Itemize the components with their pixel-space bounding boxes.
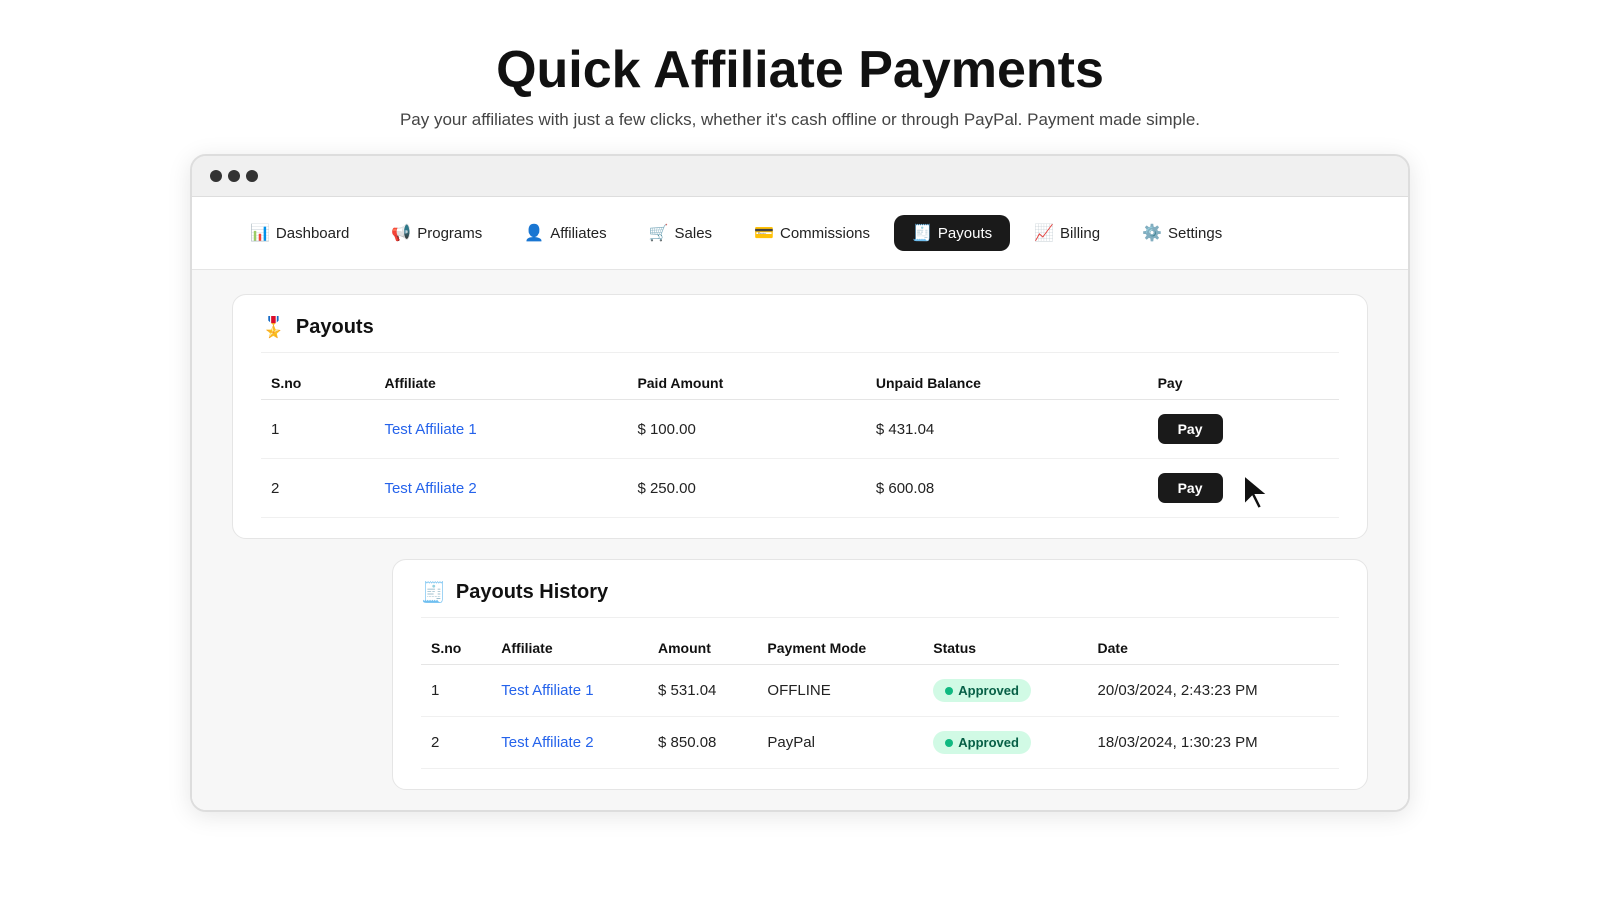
browser-content: 📊 Dashboard 📢 Programs 👤 Affiliates 🛒 Sa… [192,197,1408,810]
sales-icon: 🛒 [649,223,669,243]
row1-unpaid: $ 431.04 [866,400,1148,459]
payouts-history-table: S.no Affiliate Amount Payment Mode Statu… [421,632,1339,769]
pay-button-1[interactable]: Pay [1158,414,1223,444]
row2-pay-cell: Pay [1148,459,1339,518]
main-content: 🎖️ Payouts S.no Affiliate Paid Amount Un… [192,270,1408,810]
history-card-title: 🧾 Payouts History [421,580,1339,618]
payouts-history-card: 🧾 Payouts History S.no Affiliate Amount … [392,559,1368,790]
h-row2-payment-mode: PayPal [757,717,923,769]
row2-paid: $ 250.00 [627,459,865,518]
status-badge: Approved [933,731,1031,754]
col-affiliate: Affiliate [374,367,627,400]
h-row2-affiliate-link[interactable]: Test Affiliate 2 [501,734,593,751]
col-unpaid-balance: Unpaid Balance [866,367,1148,400]
row1-paid: $ 100.00 [627,400,865,459]
main-nav: 📊 Dashboard 📢 Programs 👤 Affiliates 🛒 Sa… [192,197,1408,270]
payouts-title-icon: 🎖️ [261,315,286,340]
h-col-amount: Amount [648,632,757,665]
programs-icon: 📢 [391,223,411,243]
h-row2-date: 18/03/2024, 1:30:23 PM [1088,717,1339,769]
col-pay: Pay [1148,367,1339,400]
h-row1-sno: 1 [421,665,491,717]
nav-commissions[interactable]: 💳 Commissions [736,215,888,251]
row1-sno: 1 [261,400,374,459]
history-title-icon: 🧾 [421,580,446,605]
mouse-cursor [1240,471,1276,515]
h-row2-status: Approved [923,717,1087,769]
page-subtitle: Pay your affiliates with just a few clic… [400,110,1200,130]
dashboard-icon: 📊 [250,223,270,243]
dot-1 [210,170,222,182]
status-badge: Approved [933,679,1031,702]
col-sno: S.no [261,367,374,400]
payouts-card: 🎖️ Payouts S.no Affiliate Paid Amount Un… [232,294,1368,539]
status-dot [945,687,953,695]
table-row: 1 Test Affiliate 1 $ 100.00 $ 431.04 Pay [261,400,1339,459]
row2-sno: 2 [261,459,374,518]
nav-dashboard[interactable]: 📊 Dashboard [232,215,367,251]
browser-bar [192,156,1408,197]
h-row1-affiliate-link[interactable]: Test Affiliate 1 [501,682,593,699]
nav-payouts[interactable]: 🧾 Payouts [894,215,1010,251]
payouts-icon: 🧾 [912,223,932,243]
status-dot [945,739,953,747]
row2-affiliate-link[interactable]: Test Affiliate 2 [384,480,476,497]
billing-icon: 📈 [1034,223,1054,243]
browser-window: 📊 Dashboard 📢 Programs 👤 Affiliates 🛒 Sa… [190,154,1410,812]
row1-affiliate-link[interactable]: Test Affiliate 1 [384,421,476,438]
payouts-table: S.no Affiliate Paid Amount Unpaid Balanc… [261,367,1339,518]
h-row1-status: Approved [923,665,1087,717]
pay-button-2[interactable]: Pay [1158,473,1223,503]
row1-pay-cell: Pay [1148,400,1339,459]
nav-billing[interactable]: 📈 Billing [1016,215,1118,251]
browser-dots [210,170,258,182]
h-row1-payment-mode: OFFLINE [757,665,923,717]
h-row2-sno: 2 [421,717,491,769]
dot-3 [246,170,258,182]
h-col-payment-mode: Payment Mode [757,632,923,665]
h-row2-amount: $ 850.08 [648,717,757,769]
nav-settings[interactable]: ⚙️ Settings [1124,215,1240,251]
h-row1-affiliate: Test Affiliate 1 [491,665,648,717]
nav-affiliates[interactable]: 👤 Affiliates [506,215,624,251]
table-row: 2 Test Affiliate 2 $ 850.08 PayPal Appro… [421,717,1339,769]
dot-2 [228,170,240,182]
nav-programs[interactable]: 📢 Programs [373,215,500,251]
h-col-sno: S.no [421,632,491,665]
h-col-date: Date [1088,632,1339,665]
payouts-card-title: 🎖️ Payouts [261,315,1339,353]
row2-unpaid: $ 600.08 [866,459,1148,518]
page-title: Quick Affiliate Payments [400,40,1200,100]
h-row1-date: 20/03/2024, 2:43:23 PM [1088,665,1339,717]
h-col-affiliate: Affiliate [491,632,648,665]
h-row1-amount: $ 531.04 [648,665,757,717]
row1-affiliate: Test Affiliate 1 [374,400,627,459]
table-row: 2 Test Affiliate 2 $ 250.00 $ 600.08 Pay [261,459,1339,518]
commissions-icon: 💳 [754,223,774,243]
col-paid-amount: Paid Amount [627,367,865,400]
settings-icon: ⚙️ [1142,223,1162,243]
h-row2-affiliate: Test Affiliate 2 [491,717,648,769]
affiliates-icon: 👤 [524,223,544,243]
page-header: Quick Affiliate Payments Pay your affili… [400,40,1200,130]
row2-affiliate: Test Affiliate 2 [374,459,627,518]
table-row: 1 Test Affiliate 1 $ 531.04 OFFLINE Appr… [421,665,1339,717]
h-col-status: Status [923,632,1087,665]
nav-sales[interactable]: 🛒 Sales [631,215,730,251]
